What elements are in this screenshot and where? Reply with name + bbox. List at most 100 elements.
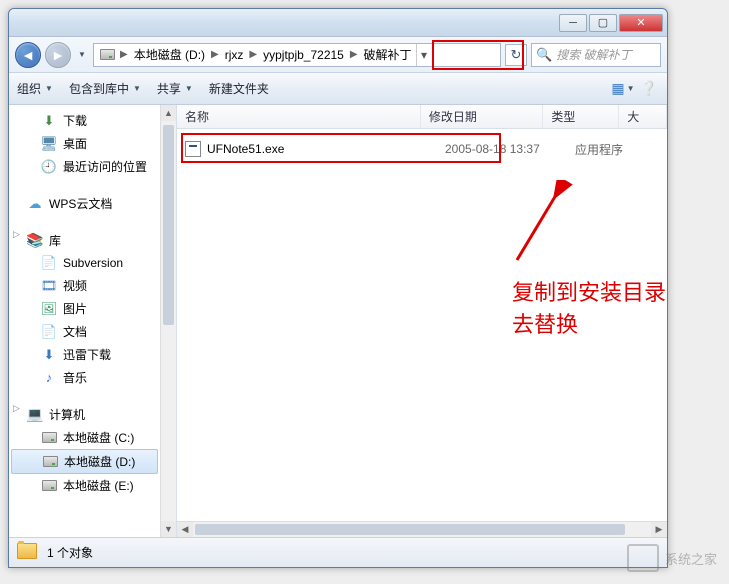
column-name[interactable]: 名称 <box>177 105 421 128</box>
sidebar-item-label: 文档 <box>63 323 87 340</box>
sidebar-item-wps[interactable]: ☁ WPS云文档 <box>9 192 160 215</box>
navbar: ◄ ► ▼ ▶ 本地磁盘 (D:) ▶ rjxz ▶ yypjtpjb_7221… <box>9 37 667 73</box>
scroll-left-icon[interactable]: ◀ <box>177 522 193 537</box>
include-menu[interactable]: 包含到库中 ▼ <box>69 80 141 97</box>
newfolder-button[interactable]: 新建文件夹 <box>209 80 269 97</box>
annotation-arrow <box>507 180 577 270</box>
share-menu[interactable]: 共享 ▼ <box>157 80 193 97</box>
sidebar-item-label: 本地磁盘 (D:) <box>64 453 135 470</box>
chevron-down-icon: ▼ <box>133 84 141 93</box>
column-size[interactable]: 大 <box>619 105 667 128</box>
sidebar-scrollbar[interactable]: ▲ ▼ <box>160 105 176 537</box>
sidebar-item-label: 库 <box>49 232 61 249</box>
sidebar-item-xunlei[interactable]: ⬇ 迅雷下载 <box>9 343 160 366</box>
nav-history-dropdown[interactable]: ▼ <box>75 42 89 68</box>
expand-toggle[interactable]: ▷ <box>13 403 20 414</box>
breadcrumb[interactable]: ▶ 本地磁盘 (D:) ▶ rjxz ▶ yypjtpjb_72215 ▶ 破解… <box>93 43 501 67</box>
chevron-right-icon[interactable]: ▶ <box>118 49 130 60</box>
documents-icon: 📄 <box>41 324 57 340</box>
breadcrumb-seg-0[interactable]: 本地磁盘 (D:) <box>130 44 209 66</box>
organize-menu[interactable]: 组织▼ <box>17 80 53 97</box>
sidebar-item-libraries[interactable]: 📚 库 <box>9 229 160 252</box>
chevron-right-icon[interactable]: ▶ <box>247 49 259 60</box>
expand-toggle[interactable]: ▷ <box>13 229 20 240</box>
sidebar-item-drive-c[interactable]: 本地磁盘 (C:) <box>9 426 160 449</box>
breadcrumb-seg-1[interactable]: rjxz <box>221 44 248 66</box>
scroll-up-icon[interactable]: ▲ <box>161 105 176 121</box>
sidebar-item-videos[interactable]: 🎞 视频 <box>9 274 160 297</box>
search-placeholder: 搜索 破解补丁 <box>556 46 631 63</box>
forward-button[interactable]: ► <box>45 42 71 68</box>
back-button[interactable]: ◄ <box>15 42 41 68</box>
view-options-button[interactable]: ▦▼ <box>613 79 633 99</box>
sidebar-item-computer[interactable]: 💻 计算机 <box>9 403 160 426</box>
organize-label: 组织 <box>17 80 41 97</box>
drive-icon <box>42 454 58 470</box>
sidebar-item-label: 图片 <box>63 300 87 317</box>
exe-icon <box>185 141 201 157</box>
pictures-icon: 🖼 <box>41 301 57 317</box>
newfolder-label: 新建文件夹 <box>209 80 269 97</box>
breadcrumb-seg-3[interactable]: 破解补丁 <box>360 44 416 66</box>
computer-icon: 💻 <box>27 407 43 423</box>
file-type: 应用程序 <box>575 141 655 158</box>
chevron-right-icon[interactable]: ▶ <box>209 49 221 60</box>
chevron-right-icon[interactable]: ▶ <box>348 49 360 60</box>
music-icon: ♪ <box>41 370 57 386</box>
subversion-icon: 📄 <box>41 255 57 271</box>
videos-icon: 🎞 <box>41 278 57 294</box>
search-input[interactable]: 🔍 搜索 破解补丁 <box>531 43 661 67</box>
sidebar-item-label: 最近访问的位置 <box>63 158 147 175</box>
column-date[interactable]: 修改日期 <box>421 105 544 128</box>
drive-icon <box>98 46 116 64</box>
breadcrumb-seg-2[interactable]: yypjtpjb_72215 <box>259 44 348 66</box>
file-list: 名称 修改日期 类型 大 UFNote51.exe 2005-08-18 13:… <box>177 105 667 537</box>
sidebar-item-label: 桌面 <box>63 135 87 152</box>
statusbar: 1 个对象 <box>9 537 667 567</box>
sidebar-item-drive-d[interactable]: 本地磁盘 (D:) <box>11 449 158 474</box>
scroll-thumb[interactable] <box>163 125 174 325</box>
sidebar-item-drive-e[interactable]: 本地磁盘 (E:) <box>9 474 160 497</box>
chevron-down-icon: ▼ <box>185 84 193 93</box>
drive-icon <box>41 478 57 494</box>
maximize-button[interactable]: ▢ <box>589 14 617 32</box>
scroll-down-icon[interactable]: ▼ <box>161 521 176 537</box>
sidebar-item-subversion[interactable]: 📄 Subversion <box>9 252 160 274</box>
sidebar-item-desktop[interactable]: 🖥 桌面 <box>9 132 160 155</box>
breadcrumb-dropdown[interactable]: ▾ <box>416 44 432 66</box>
help-button[interactable]: ❔ <box>639 79 659 99</box>
horizontal-scrollbar[interactable]: ◀ ▶ <box>177 521 667 537</box>
toolbar: 组织▼ 包含到库中 ▼ 共享 ▼ 新建文件夹 ▦▼ ❔ <box>9 73 667 105</box>
scroll-right-icon[interactable]: ▶ <box>651 522 667 537</box>
body: ⬇ 下载 🖥 桌面 🕘 最近访问的位置 ☁ WPS云文档 <box>9 105 667 537</box>
sidebar: ⬇ 下载 🖥 桌面 🕘 最近访问的位置 ☁ WPS云文档 <box>9 105 177 537</box>
sidebar-item-recent[interactable]: 🕘 最近访问的位置 <box>9 155 160 178</box>
minimize-button[interactable]: ─ <box>559 14 587 32</box>
desktop-icon: 🖥 <box>41 136 57 152</box>
sidebar-item-label: 计算机 <box>49 406 85 423</box>
sidebar-item-label: WPS云文档 <box>49 195 112 212</box>
sidebar-item-label: 音乐 <box>63 369 87 386</box>
include-label: 包含到库中 <box>69 80 129 97</box>
sidebar-item-label: 本地磁盘 (C:) <box>63 429 134 446</box>
sidebar-item-music[interactable]: ♪ 音乐 <box>9 366 160 389</box>
drive-icon <box>41 430 57 446</box>
titlebar: ─ ▢ ✕ <box>9 9 667 37</box>
sidebar-item-downloads[interactable]: ⬇ 下载 <box>9 109 160 132</box>
close-button[interactable]: ✕ <box>619 14 663 32</box>
libraries-icon: 📚 <box>27 233 43 249</box>
file-row[interactable]: UFNote51.exe 2005-08-18 13:37 应用程序 <box>177 137 667 161</box>
sidebar-item-pictures[interactable]: 🖼 图片 <box>9 297 160 320</box>
sidebar-item-label: 本地磁盘 (E:) <box>63 477 134 494</box>
folder-icon <box>17 543 39 563</box>
share-label: 共享 <box>157 80 181 97</box>
file-date: 2005-08-18 13:37 <box>445 142 575 156</box>
sidebar-item-label: 视频 <box>63 277 87 294</box>
file-name: UFNote51.exe <box>207 142 284 156</box>
refresh-button[interactable]: ↻ <box>505 44 527 66</box>
explorer-window: ─ ▢ ✕ ◄ ► ▼ ▶ 本地磁盘 (D:) ▶ rjxz ▶ yypjtpj… <box>8 8 668 568</box>
recent-icon: 🕘 <box>41 159 57 175</box>
sidebar-item-documents[interactable]: 📄 文档 <box>9 320 160 343</box>
column-type[interactable]: 类型 <box>543 105 619 128</box>
scroll-thumb[interactable] <box>195 524 625 535</box>
